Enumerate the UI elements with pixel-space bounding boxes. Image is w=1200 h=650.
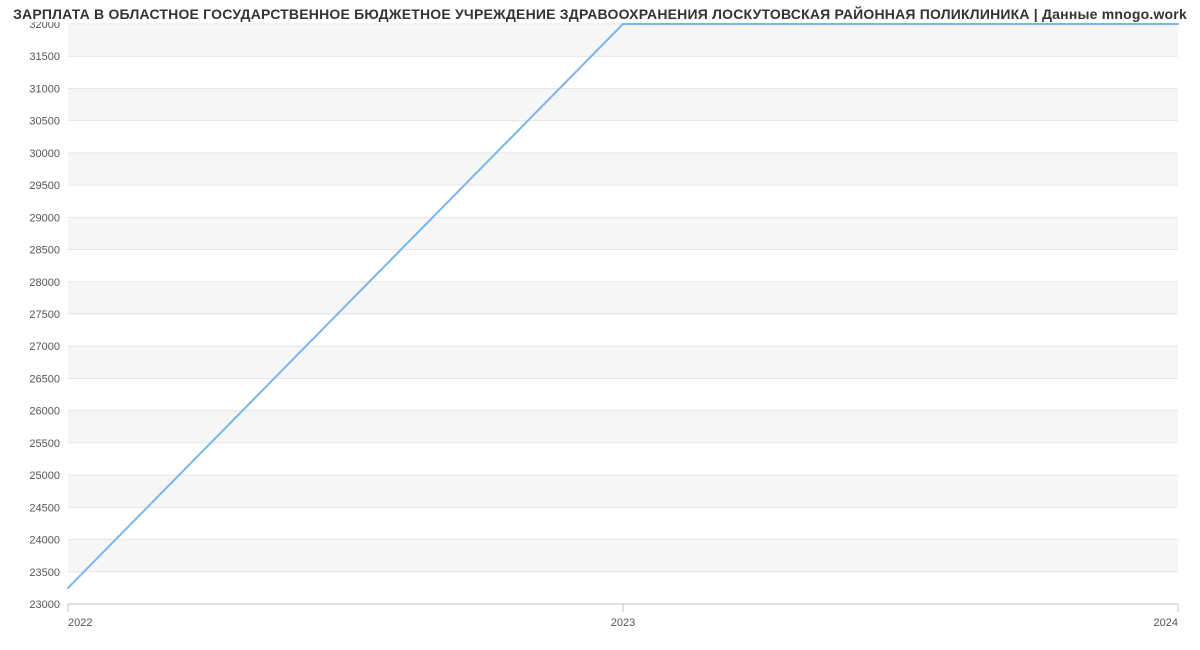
y-tick-label: 26000 (29, 406, 60, 418)
y-tick-label: 24500 (29, 502, 60, 514)
y-tick-label: 30000 (29, 148, 60, 160)
y-tick-label: 32000 (29, 22, 60, 31)
grid-band (68, 153, 1178, 185)
x-tick-label: 2022 (68, 617, 92, 629)
y-tick-label: 31500 (29, 51, 60, 63)
y-tick-label: 28500 (29, 245, 60, 257)
grid-band (68, 282, 1178, 314)
grid-band (68, 217, 1178, 249)
plot-area: 2022202320242300023500240002450025000255… (18, 22, 1128, 602)
y-tick-label: 29000 (29, 212, 60, 224)
chart-container: ЗАРПЛАТА В ОБЛАСТНОЕ ГОСУДАРСТВЕННОЕ БЮД… (0, 0, 1200, 650)
y-tick-label: 23000 (29, 599, 60, 611)
y-tick-label: 31000 (29, 83, 60, 95)
grid-band (68, 540, 1178, 572)
grid-band (68, 475, 1178, 507)
y-tick-label: 29500 (29, 180, 60, 192)
x-tick-label: 2023 (611, 617, 635, 629)
y-tick-label: 27500 (29, 309, 60, 321)
chart-svg: 2022 2023 2024 23000 23500 24000 24500 25000 255… (18, 22, 1188, 642)
x-tick-label: 2024 (1154, 617, 1178, 629)
grid-band (68, 88, 1178, 120)
y-tick-label: 27000 (29, 341, 60, 353)
chart-title: ЗАРПЛАТА В ОБЛАСТНОЕ ГОСУДАРСТВЕННОЕ БЮД… (0, 6, 1200, 22)
y-tick-label: 24000 (29, 535, 60, 547)
grid-band (68, 411, 1178, 443)
y-tick-label: 23500 (29, 567, 60, 579)
grid-band (68, 346, 1178, 378)
grid-band (68, 24, 1178, 56)
y-tick-label: 30500 (29, 116, 60, 128)
y-tick-label: 25000 (29, 470, 60, 482)
y-tick-label: 26500 (29, 373, 60, 385)
y-tick-label: 28000 (29, 277, 60, 289)
y-tick-label: 25500 (29, 438, 60, 450)
